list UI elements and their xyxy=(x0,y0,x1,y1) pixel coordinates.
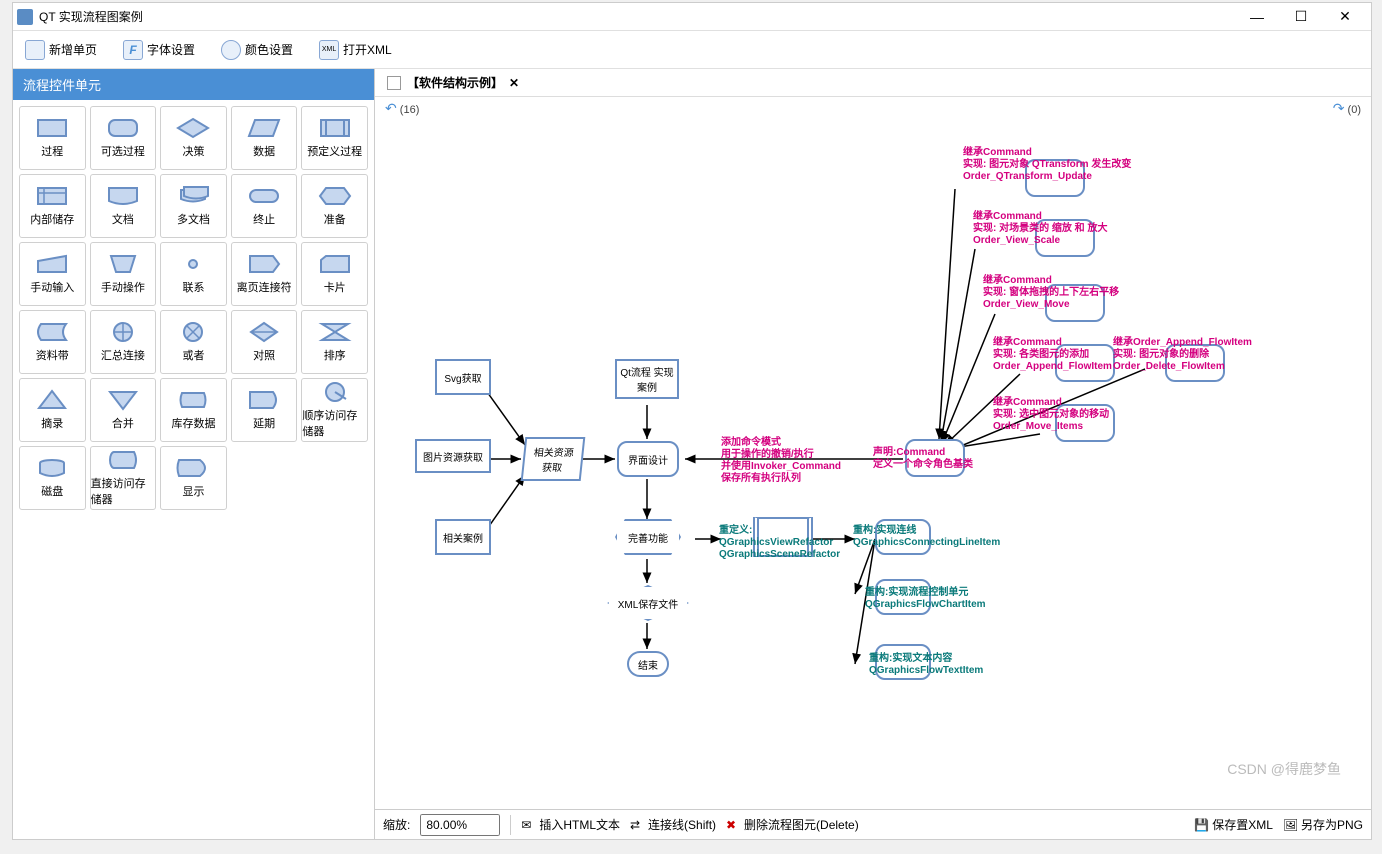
node-xml-save[interactable]: XML保存文件 xyxy=(607,585,689,621)
close-button[interactable]: ✕ xyxy=(1323,4,1367,30)
history-row: ↶ (16) ↷ (0) xyxy=(375,97,1371,119)
node-ui-design[interactable]: 界面设计 xyxy=(617,441,679,477)
shape-直接访问存储器[interactable]: 直接访问存储器 xyxy=(90,446,157,510)
envelope-icon: ✉ xyxy=(521,818,535,832)
shape-顺序访问存储器[interactable]: 顺序访问存储器 xyxy=(301,378,368,442)
shape-可选过程[interactable]: 可选过程 xyxy=(90,106,157,170)
maximize-button[interactable]: ☐ xyxy=(1279,4,1323,30)
undo-count: (16) xyxy=(400,104,420,116)
annot-mode: 添加命令模式 用于操作的撤销/执行 并使用Invoker_Command 保存所… xyxy=(721,437,841,485)
shape-卡片[interactable]: 卡片 xyxy=(301,242,368,306)
redo-count: (0) xyxy=(1348,104,1361,116)
minimize-button[interactable]: — xyxy=(1235,4,1279,30)
annot-cmd-4b: 继承Order_Append_FlowItem 实现: 图元对象的删除 Orde… xyxy=(1113,337,1252,373)
shape-过程[interactable]: 过程 xyxy=(19,106,86,170)
shape-磁盘[interactable]: 磁盘 xyxy=(19,446,86,510)
open-xml-button[interactable]: XML打开XML xyxy=(313,36,398,64)
color-settings-button[interactable]: 颜色设置 xyxy=(215,36,299,64)
delete-button[interactable]: ✖删除流程图元(Delete) xyxy=(726,816,859,833)
node-img-res[interactable]: 图片资源获取 xyxy=(415,439,491,473)
shape-内部储存[interactable]: 内部储存 xyxy=(19,174,86,238)
content-area: 【软件结构示例】 ✕ ↶ (16) ↷ (0) xyxy=(375,69,1371,839)
titlebar: QT 实现流程图案例 — ☐ ✕ xyxy=(13,3,1371,31)
font-settings-button[interactable]: F字体设置 xyxy=(117,36,201,64)
xml-icon: XML xyxy=(319,40,339,60)
shapes-sidebar: 流程控件单元 过程可选过程决策数据预定义过程内部储存文档多文档终止准备手动输入手… xyxy=(13,69,375,839)
undo-icon[interactable]: ↶ xyxy=(385,100,397,116)
shape-排序[interactable]: 排序 xyxy=(301,310,368,374)
tab-close-icon[interactable]: ✕ xyxy=(509,76,519,90)
diagram-canvas[interactable]: Svg获取 Qt流程 实现案例 图片资源获取 相关资源 获取 界面设计 相关案例… xyxy=(375,119,1371,809)
app-window: QT 实现流程图案例 — ☐ ✕ 新增单页 F字体设置 颜色设置 XML打开XM… xyxy=(12,2,1372,840)
status-bar: 缩放: ✉插入HTML文本 ⇄连接线(Shift) ✖删除流程图元(Delete… xyxy=(375,809,1371,839)
palette-icon xyxy=(221,40,241,60)
annot-r-text: 重构:实现文本内容 QGraphicsFlowTextItem xyxy=(869,653,983,677)
shape-资料带[interactable]: 资料带 xyxy=(19,310,86,374)
annot-cmd-5: 继承Command 实现: 选中图元对象的移动 Order_Move_Items xyxy=(993,397,1109,433)
annot-cmd-3: 继承Command 实现: 窗体拖拽的上下左右平移 Order_View_Mov… xyxy=(983,275,1119,311)
shape-grid: 过程可选过程决策数据预定义过程内部储存文档多文档终止准备手动输入手动操作联系离页… xyxy=(13,100,374,516)
node-rel-res[interactable]: 相关资源 获取 xyxy=(521,437,586,481)
save-xml-button[interactable]: 💾保存置XML xyxy=(1194,816,1273,833)
annot-r-line: 重构:实现连线 QGraphicsConnectingLineItem xyxy=(853,525,1000,549)
annot-cmd-1: 继承Command 实现: 图元对象 QTransform 发生改变 Order… xyxy=(963,147,1131,183)
annot-redef: 重定义: QGraphicsViewRefactor QGraphicsScen… xyxy=(719,525,840,561)
node-svg-get[interactable]: Svg获取 xyxy=(435,359,491,395)
delete-icon: ✖ xyxy=(726,818,740,832)
shape-离页连接符[interactable]: 离页连接符 xyxy=(231,242,298,306)
connector-icon: ⇄ xyxy=(630,818,644,832)
sidebar-header: 流程控件单元 xyxy=(13,69,374,100)
document-icon xyxy=(387,76,401,90)
shape-显示[interactable]: 显示 xyxy=(160,446,227,510)
font-icon: F xyxy=(123,40,143,60)
annot-decl: 声明:Command 定义一个命令角色基类 xyxy=(873,447,973,471)
zoom-label: 缩放: xyxy=(383,816,410,833)
annot-cmd-4: 继承Command 实现: 各类图元的添加 Order_Append_FlowI… xyxy=(993,337,1112,373)
node-perfect[interactable]: 完善功能 xyxy=(615,519,681,555)
shape-摘录[interactable]: 摘录 xyxy=(19,378,86,442)
shape-终止[interactable]: 终止 xyxy=(231,174,298,238)
watermark: CSDN @得鹿梦鱼 xyxy=(1227,759,1341,779)
annot-r-flow: 重构:实现流程控制单元 QGraphicsFlowChartItem xyxy=(865,587,986,611)
tab-document[interactable]: 【软件结构示例】 ✕ xyxy=(381,72,525,93)
save-icon: 💾 xyxy=(1194,818,1208,832)
zoom-input[interactable] xyxy=(420,814,500,836)
shape-延期[interactable]: 延期 xyxy=(231,378,298,442)
connector-button[interactable]: ⇄连接线(Shift) xyxy=(630,816,716,833)
main-area: 流程控件单元 过程可选过程决策数据预定义过程内部储存文档多文档终止准备手动输入手… xyxy=(13,69,1371,839)
window-title: QT 实现流程图案例 xyxy=(39,8,143,25)
new-page-icon xyxy=(25,40,45,60)
shape-联系[interactable]: 联系 xyxy=(160,242,227,306)
new-page-button[interactable]: 新增单页 xyxy=(19,36,103,64)
redo-icon[interactable]: ↷ xyxy=(1333,100,1345,116)
shape-对照[interactable]: 对照 xyxy=(231,310,298,374)
shape-决策[interactable]: 决策 xyxy=(160,106,227,170)
shape-手动操作[interactable]: 手动操作 xyxy=(90,242,157,306)
tab-title: 【软件结构示例】 xyxy=(407,74,503,91)
node-rel-case[interactable]: 相关案例 xyxy=(435,519,491,555)
annot-cmd-2: 继承Command 实现: 对场景类的 缩放 和 放大 Order_View_S… xyxy=(973,211,1107,247)
shape-手动输入[interactable]: 手动输入 xyxy=(19,242,86,306)
shape-或者[interactable]: 或者 xyxy=(160,310,227,374)
shape-准备[interactable]: 准备 xyxy=(301,174,368,238)
tab-bar: 【软件结构示例】 ✕ xyxy=(375,69,1371,97)
shape-文档[interactable]: 文档 xyxy=(90,174,157,238)
node-qt-case[interactable]: Qt流程 实现案例 xyxy=(615,359,679,399)
shape-预定义过程[interactable]: 预定义过程 xyxy=(301,106,368,170)
node-end[interactable]: 结束 xyxy=(627,651,669,677)
image-icon: 🖼 xyxy=(1283,818,1297,832)
app-icon xyxy=(17,9,33,25)
shape-数据[interactable]: 数据 xyxy=(231,106,298,170)
shape-合并[interactable]: 合并 xyxy=(90,378,157,442)
shape-多文档[interactable]: 多文档 xyxy=(160,174,227,238)
shape-汇总连接[interactable]: 汇总连接 xyxy=(90,310,157,374)
main-toolbar: 新增单页 F字体设置 颜色设置 XML打开XML xyxy=(13,31,1371,69)
save-png-button[interactable]: 🖼另存为PNG xyxy=(1283,816,1363,833)
shape-库存数据[interactable]: 库存数据 xyxy=(160,378,227,442)
insert-html-button[interactable]: ✉插入HTML文本 xyxy=(521,816,620,833)
